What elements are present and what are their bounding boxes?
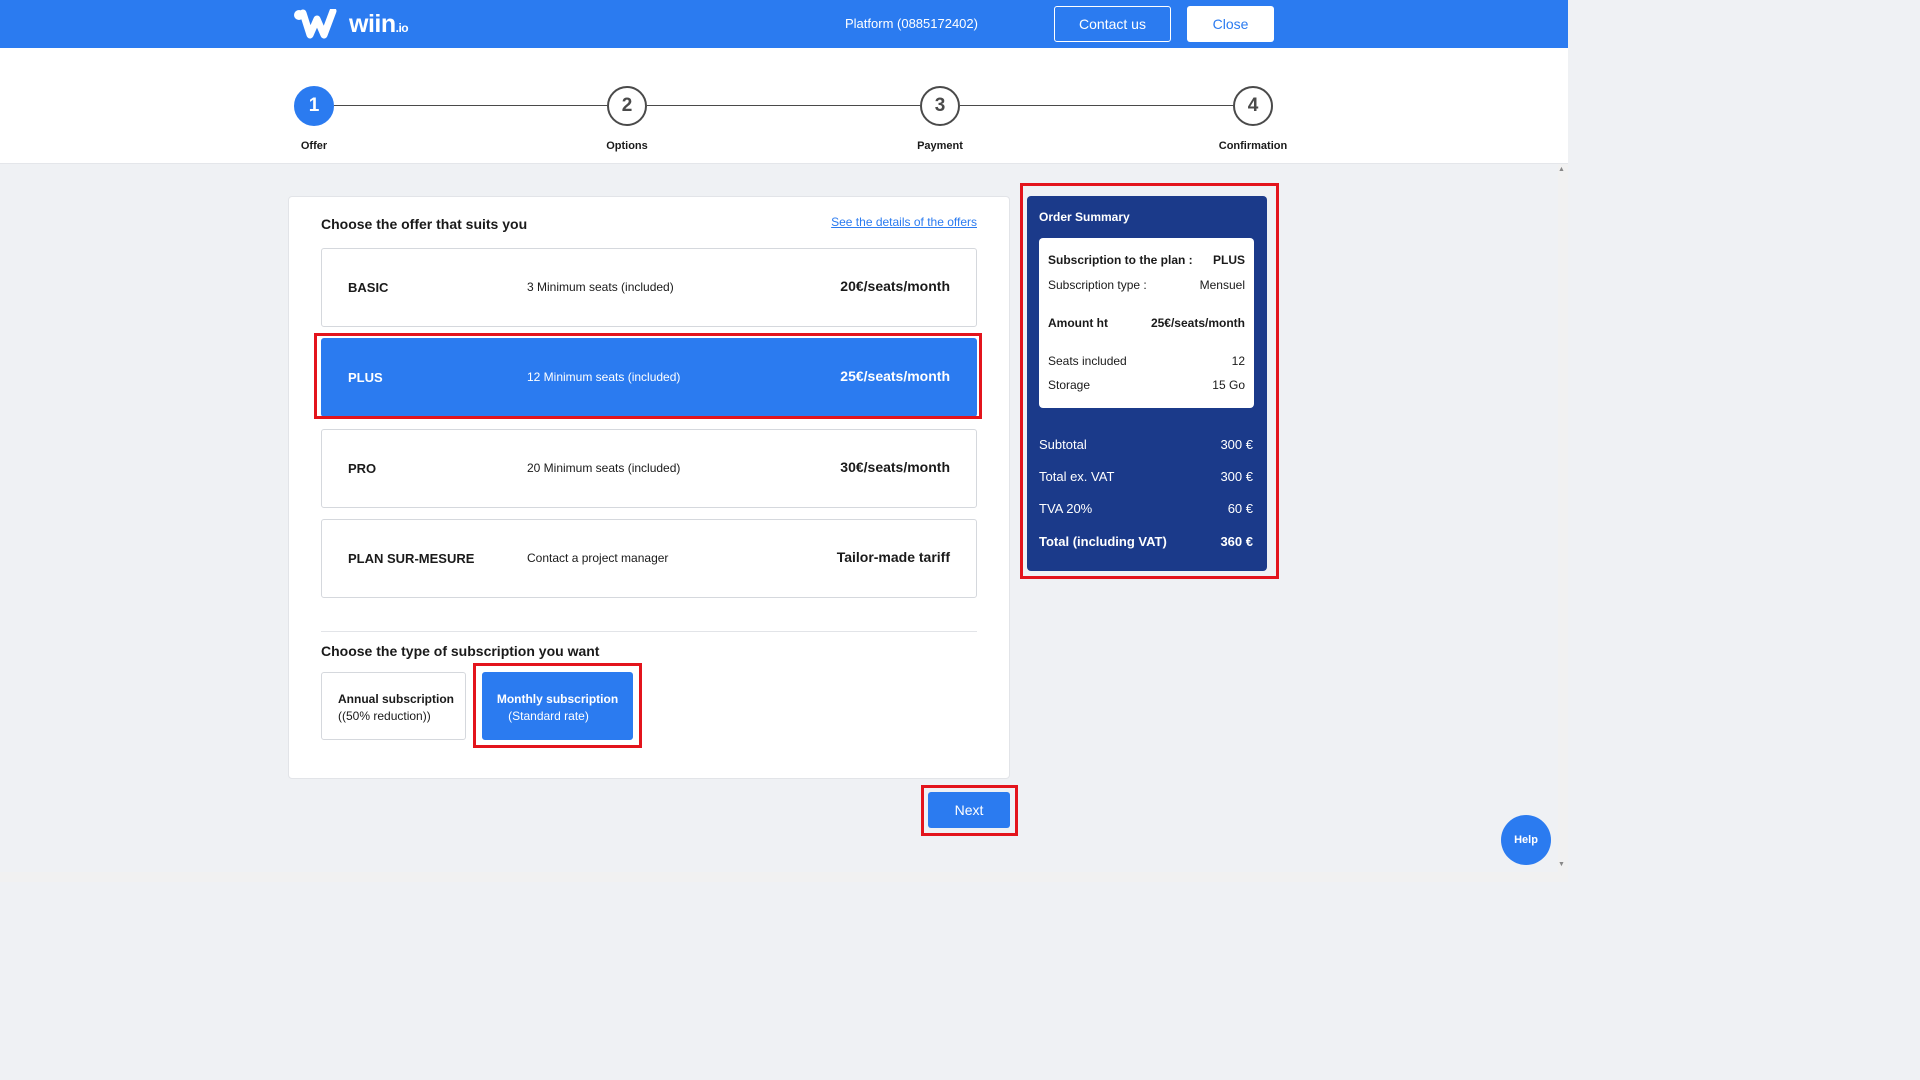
step-4-circle[interactable]: 4 — [1233, 86, 1273, 126]
scroll-up-icon[interactable]: ▲ — [1558, 166, 1565, 173]
seats-label: Seats included — [1048, 354, 1127, 368]
monthly-line2: (Standard rate) — [508, 709, 589, 723]
vat-label: TVA 20% — [1039, 501, 1093, 516]
logo-mark-icon — [294, 9, 337, 39]
total-value: 360 € — [1220, 534, 1253, 549]
storage-value: 15 Go — [1212, 378, 1245, 392]
step-2-label: Options — [606, 140, 648, 152]
vat-row: TVA 20% 60 € — [1039, 501, 1253, 516]
offer-name: BASIC — [348, 280, 389, 295]
type-label: Subscription type : — [1048, 278, 1147, 292]
step-connector — [960, 105, 1233, 106]
offer-seats: 3 Minimum seats (included) — [527, 280, 674, 294]
offer-seats: 12 Minimum seats (included) — [527, 370, 681, 384]
horizontal-scrollbar[interactable] — [0, 872, 1558, 882]
platform-label: Platform (0885172402) — [845, 16, 978, 31]
total-ex-vat-row: Total ex. VAT 300 € — [1039, 469, 1253, 484]
summary-amount-row: Amount ht 25€/seats/month — [1048, 316, 1245, 330]
total-label: Total (including VAT) — [1039, 534, 1167, 549]
seats-value: 12 — [1231, 354, 1245, 368]
total-incl-vat-row: Total (including VAT) 360 € — [1039, 534, 1253, 549]
step-2-circle[interactable]: 2 — [607, 86, 647, 126]
monthly-subscription-option[interactable]: Monthly subscription (Standard rate) — [482, 672, 633, 740]
offer-seats: Contact a project manager — [527, 551, 669, 565]
summary-type-row: Subscription type : Mensuel — [1048, 278, 1245, 292]
plan-label: Subscription to the plan : — [1048, 253, 1193, 267]
subtotal-row: Subtotal 300 € — [1039, 437, 1253, 452]
step-connector — [334, 105, 607, 106]
total-ex-label: Total ex. VAT — [1039, 469, 1115, 484]
offer-price: 20€/seats/month — [840, 278, 950, 294]
scroll-down-icon[interactable]: ▼ — [1558, 861, 1565, 868]
step-3-circle[interactable]: 3 — [920, 86, 960, 126]
summary-title: Order Summary — [1039, 210, 1130, 224]
step-connector — [647, 105, 920, 106]
wiin-logo[interactable]: wiin.io — [293, 8, 409, 40]
summary-seats-row: Seats included 12 — [1048, 354, 1245, 368]
top-bar: wiin.io Platform (0885172402) Contact us… — [0, 0, 1568, 48]
progress-stepper: 1 Offer 2 Options 3 Payment 4 Confirmati… — [0, 48, 1568, 164]
logo-text: wiin.io — [349, 9, 409, 38]
offer-price: 25€/seats/month — [840, 368, 950, 384]
offer-card: Choose the offer that suits you See the … — [288, 196, 1010, 779]
step-3-label: Payment — [917, 140, 963, 152]
offer-price: 30€/seats/month — [840, 459, 950, 475]
total-ex-value: 300 € — [1220, 469, 1253, 484]
summary-plan-row: Subscription to the plan : PLUS — [1048, 253, 1245, 267]
offer-price: Tailor-made tariff — [836, 549, 950, 565]
annual-line1: Annual subscription — [338, 692, 455, 706]
type-value: Mensuel — [1199, 278, 1245, 292]
offer-custom[interactable]: PLAN SUR-MESURE Contact a project manage… — [321, 519, 977, 598]
plan-value: PLUS — [1212, 253, 1245, 267]
summary-details: Subscription to the plan : PLUS Subscrip… — [1039, 238, 1254, 408]
monthly-line1: Monthly subscription — [496, 692, 619, 706]
subtotal-value: 300 € — [1220, 437, 1253, 452]
next-button[interactable]: Next — [928, 792, 1010, 828]
offer-seats: 20 Minimum seats (included) — [527, 461, 681, 475]
offer-name: PLUS — [348, 370, 383, 385]
offers-title: Choose the offer that suits you — [321, 216, 528, 232]
offer-pro[interactable]: PRO 20 Minimum seats (included) 30€/seat… — [321, 429, 977, 508]
amount-value: 25€/seats/month — [1150, 316, 1245, 330]
step-4-label: Confirmation — [1218, 140, 1288, 152]
amount-label: Amount ht — [1048, 316, 1108, 330]
order-summary: Order Summary Subscription to the plan :… — [1027, 196, 1267, 571]
step-1-circle[interactable]: 1 — [294, 86, 334, 126]
summary-storage-row: Storage 15 Go — [1048, 378, 1245, 392]
vat-value: 60 € — [1227, 501, 1253, 516]
section-divider — [321, 631, 977, 632]
close-button[interactable]: Close — [1187, 6, 1274, 42]
offer-name: PLAN SUR-MESURE — [348, 551, 475, 566]
offer-name: PRO — [348, 461, 377, 476]
offer-plus[interactable]: PLUS 12 Minimum seats (included) 25€/sea… — [321, 338, 977, 417]
annual-subscription-option[interactable]: Annual subscription ((50% reduction)) — [321, 672, 466, 740]
help-button[interactable]: Help — [1501, 815, 1551, 865]
subtotal-label: Subtotal — [1039, 437, 1087, 452]
offers-details-link[interactable]: See the details of the offers — [831, 215, 977, 229]
offer-basic[interactable]: BASIC 3 Minimum seats (included) 20€/sea… — [321, 248, 977, 327]
vertical-scrollbar[interactable]: ▲ ▼ — [1558, 164, 1568, 882]
annual-line2: ((50% reduction)) — [338, 709, 431, 723]
subscription-title: Choose the type of subscription you want — [321, 643, 600, 659]
contact-us-button[interactable]: Contact us — [1054, 6, 1171, 42]
storage-label: Storage — [1048, 378, 1091, 392]
step-1-label: Offer — [300, 140, 328, 152]
